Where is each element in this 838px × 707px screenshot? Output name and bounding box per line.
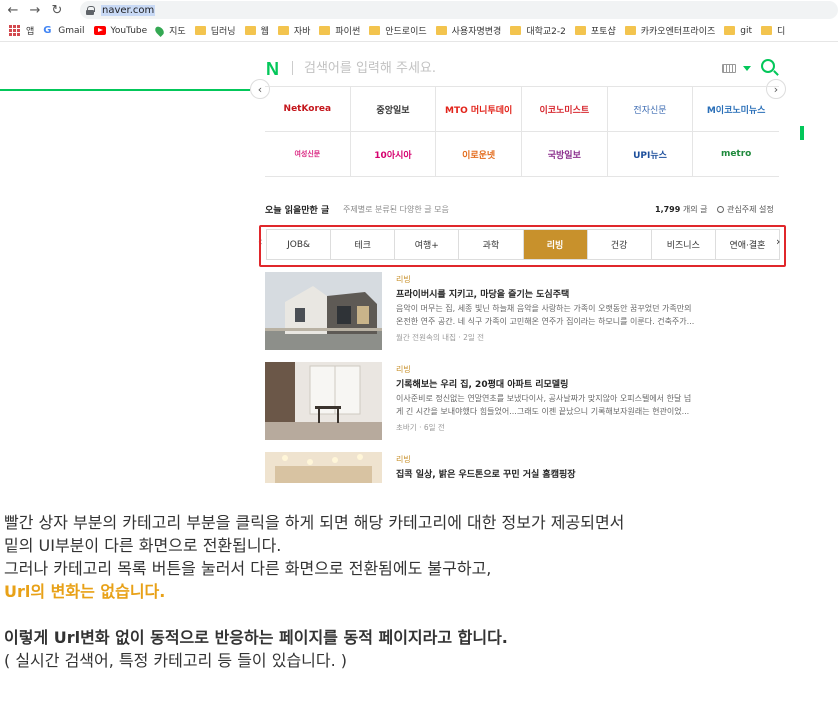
press-logo[interactable]: 중앙일보	[350, 87, 437, 132]
bookmark-apps[interactable]: 앱	[9, 24, 34, 37]
press-logo[interactable]: MTO 머니투데이	[436, 87, 522, 132]
article-title[interactable]: 기록해보는 우리 집, 20평대 아파트 리모델링	[396, 377, 568, 390]
bookmark-youtube[interactable]: YouTube	[93, 26, 147, 36]
header-green-line	[0, 89, 250, 91]
press-logo[interactable]: metro	[693, 132, 779, 177]
folder-icon	[724, 26, 736, 35]
lock-icon	[86, 5, 95, 15]
folder-icon	[435, 26, 447, 35]
interest-settings-link[interactable]: 관심주제 설정	[717, 204, 774, 215]
article-title[interactable]: 집콕 일상, 밝은 우드톤으로 꾸민 거실 홈캠핑장	[396, 467, 576, 480]
explanation-line: 빨간 상자 부분의 카테고리 부분을 클릭을 하게 되면 해당 카테고리에 대한…	[4, 513, 625, 532]
bookmark-folder-android[interactable]: 안드로이드	[369, 24, 427, 37]
bookmark-folder-kakao[interactable]: 카카오엔터프라이즈	[624, 24, 715, 37]
folder-icon	[244, 26, 256, 35]
folder-icon	[277, 26, 289, 35]
press-logo[interactable]: 여성신문	[265, 132, 351, 177]
explanation-line: 그러나 카테고리 목록 버튼을 눌러서 다른 화면으로 전환됨에도 불구하고,	[4, 559, 492, 578]
google-icon: G	[43, 25, 52, 36]
folder-icon	[369, 26, 381, 35]
article-desc: 음악이 머무는 집, 세종 빛닌 하늘채 음악을 사랑하는 가족이 오랫동안 꿈…	[396, 304, 695, 326]
bookmark-gmail[interactable]: G Gmail	[43, 25, 84, 36]
press-logo[interactable]: 10아시아	[350, 132, 437, 177]
bookmark-folder-deeplearning[interactable]: 딥러닝	[194, 24, 236, 37]
gear-icon	[717, 206, 724, 213]
reload-icon[interactable]: ↻	[48, 1, 66, 19]
scroll-indicator	[800, 126, 804, 140]
article-thumbnail[interactable]	[265, 272, 382, 350]
bookmark-folder-web[interactable]: 웹	[244, 24, 269, 37]
keyboard-icon[interactable]	[722, 64, 736, 73]
press-grid: NetKorea 중앙일보 MTO 머니투데이 이코노미스트 전자신문 M이코노…	[265, 86, 779, 177]
article-thumbnail[interactable]	[265, 452, 382, 483]
article-desc: 이사준비로 정신없는 연말연초를 보냈다이사, 공사날짜가 맞지않아 오피스텔에…	[396, 394, 692, 416]
naver-page: N ‹ › NetKorea 중앙일보 MTO 머니투데이 이코노미스트 전자신…	[0, 43, 804, 483]
explanation-bold-line: 이렇게 Url변화 없이 동적으로 반응하는 페이지를 동적 페이지라고 합니다…	[4, 628, 508, 647]
bookmark-folder-python[interactable]: 파이썬	[319, 24, 360, 37]
folder-icon	[510, 26, 522, 35]
article-meta: 월간 전원속의 내집 · 2일 전	[396, 333, 485, 342]
back-arrow-icon[interactable]: ←	[4, 1, 22, 19]
article-thumbnail[interactable]	[265, 362, 382, 440]
autocomplete-toggle-icon[interactable]	[743, 66, 751, 71]
address-bar[interactable]: naver.com	[80, 1, 838, 19]
explanation-line: 밑의 UI부분이 다른 화면으로 전환됩니다.	[4, 536, 282, 555]
naver-logo[interactable]: N	[266, 59, 279, 80]
article-meta: 초바기 · 6일 전	[396, 423, 445, 432]
press-logo[interactable]: 이코노미스트	[521, 87, 608, 132]
folder-icon	[574, 26, 586, 35]
search-icon[interactable]	[761, 59, 775, 73]
highlight-red-box	[259, 225, 786, 267]
bookmark-folder-java[interactable]: 자바	[277, 24, 310, 37]
explanation-text: 빨간 상자 부분의 카테고리 부분을 클릭을 하게 되면 해당 카테고리에 대한…	[4, 511, 804, 672]
article-category: 리빙	[396, 455, 411, 464]
article-category: 리빙	[396, 275, 411, 284]
forward-arrow-icon[interactable]: →	[26, 1, 44, 19]
list-item[interactable]: 리빙 프라이버시를 지키고, 마당을 즐기는 도심주택 음악이 머무는 집, 세…	[265, 272, 785, 352]
article-title[interactable]: 프라이버시를 지키고, 마당을 즐기는 도심주택	[396, 287, 569, 300]
folder-icon	[319, 26, 331, 35]
url-text: naver.com	[101, 4, 156, 16]
search-input[interactable]	[304, 57, 704, 79]
bookmark-maps[interactable]: 지도	[153, 24, 186, 37]
today-section-title: 오늘 읽을만한 글	[265, 206, 330, 216]
browser-toolbar: ← → ↻ naver.com	[0, 0, 838, 20]
youtube-icon	[93, 26, 106, 35]
press-logo[interactable]: M이코노미뉴스	[693, 87, 779, 132]
today-section-desc: 주제별로 분류된 다양한 글 모음	[343, 205, 449, 214]
explanation-highlight: Url의 변화는 없습니다.	[4, 582, 166, 601]
map-pin-icon	[153, 24, 166, 37]
press-logo[interactable]: NetKorea	[265, 87, 351, 132]
bookmark-folder-photoshop[interactable]: 포토샵	[574, 24, 616, 37]
bookmark-folder-university[interactable]: 대학교2-2	[510, 24, 566, 37]
folder-icon	[194, 26, 206, 35]
article-count: 1,799 개의 글	[655, 205, 708, 214]
press-logo[interactable]: 국방일보	[521, 132, 608, 177]
bookmarks-bar: 앱 G Gmail YouTube 지도 딥러닝 웹 자바 파이썬 안드로이드 사…	[0, 20, 838, 42]
list-item[interactable]: 리빙 집콕 일상, 밝은 우드톤으로 꾸민 거실 홈캠핑장	[265, 452, 785, 483]
folder-icon	[761, 26, 773, 35]
apps-grid-icon	[9, 25, 20, 36]
bookmark-folder-git[interactable]: git	[724, 26, 752, 36]
press-logo[interactable]: 이로운넷	[436, 132, 522, 177]
press-logo[interactable]: 전자신문	[607, 87, 694, 132]
article-category: 리빙	[396, 365, 411, 374]
bookmark-folder-username[interactable]: 사용자명변경	[435, 24, 501, 37]
explanation-line: ( 실시간 검색어, 특정 카테고리 등 들이 있습니다. )	[4, 651, 348, 670]
list-item[interactable]: 리빙 기록해보는 우리 집, 20평대 아파트 리모델링 이사준비로 정신없는 …	[265, 362, 785, 442]
search-divider	[292, 61, 293, 75]
press-logo[interactable]: UPI뉴스	[607, 132, 694, 177]
bookmark-folder-more[interactable]: 디	[761, 24, 785, 37]
folder-icon	[624, 26, 636, 35]
